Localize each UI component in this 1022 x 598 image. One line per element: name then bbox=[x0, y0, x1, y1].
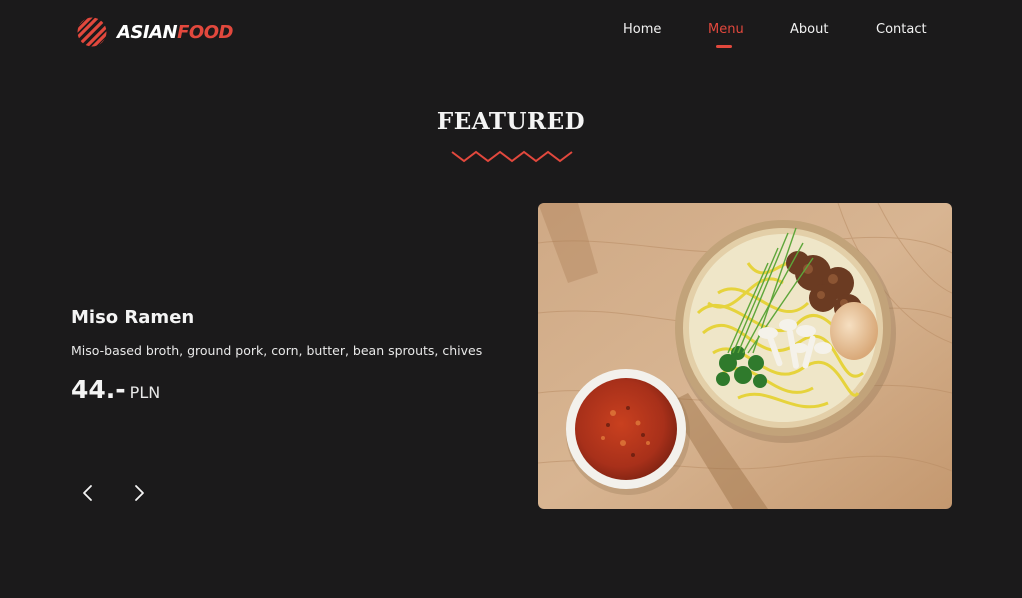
nav-item-about[interactable]: About bbox=[790, 22, 828, 37]
section-title: FEATURED bbox=[436, 108, 586, 135]
nav-item-home[interactable]: Home bbox=[623, 22, 661, 37]
carousel-prev-button[interactable] bbox=[75, 480, 101, 506]
product-description: Miso-based broth, ground pork, corn, but… bbox=[71, 343, 483, 358]
product-image bbox=[538, 203, 952, 509]
active-nav-indicator bbox=[716, 45, 732, 48]
page: ASIANFOOD Home Menu About Contact FEATUR… bbox=[0, 0, 1022, 598]
product-name: Miso Ramen bbox=[71, 307, 195, 328]
zigzag-divider bbox=[451, 150, 573, 163]
nav-item-menu[interactable]: Menu bbox=[708, 22, 744, 37]
nav-item-contact[interactable]: Contact bbox=[876, 22, 927, 37]
carousel-next-button[interactable] bbox=[126, 480, 152, 506]
product-price: 44.- PLN bbox=[71, 375, 160, 404]
main-nav: Home Menu About Contact bbox=[0, 22, 1022, 52]
chevron-right-icon bbox=[135, 485, 144, 501]
price-currency: PLN bbox=[129, 383, 161, 402]
header: ASIANFOOD Home Menu About Contact bbox=[0, 0, 1022, 64]
chevron-left-icon bbox=[83, 485, 92, 501]
price-value: 44.- bbox=[71, 375, 126, 404]
miso-ramen-photo bbox=[538, 203, 952, 509]
